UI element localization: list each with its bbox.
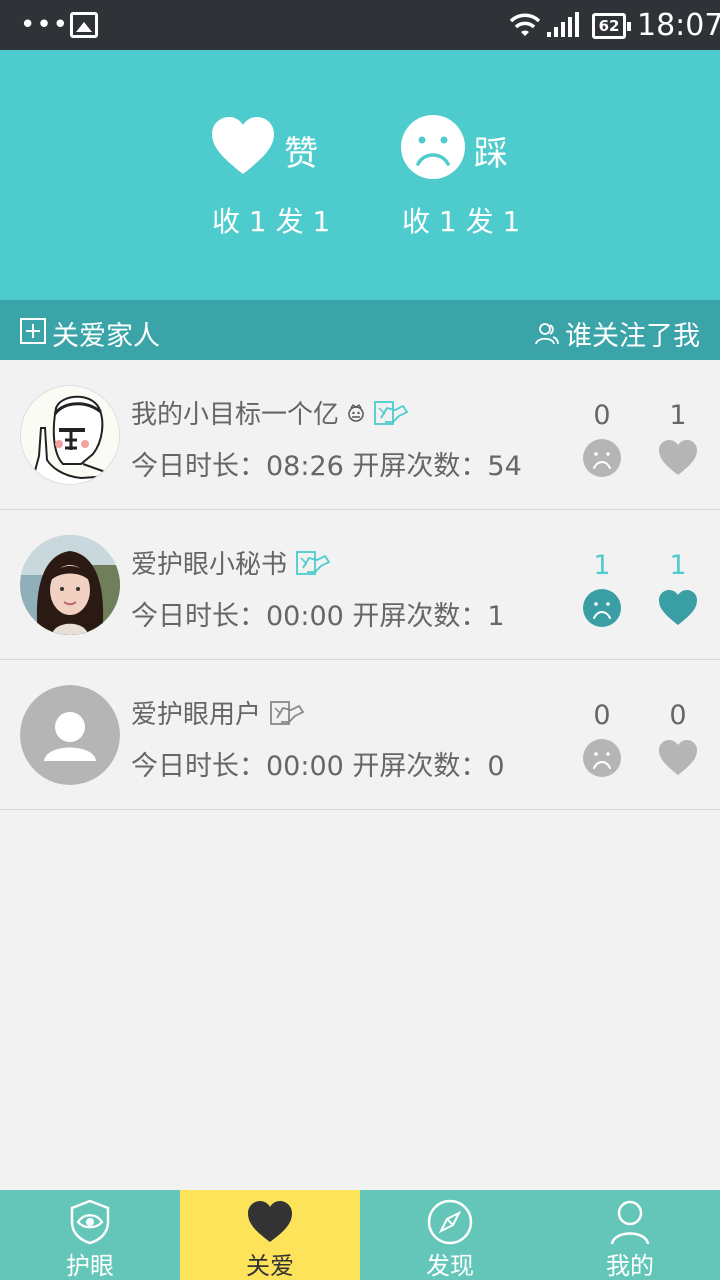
tab-label: 发现 [426,1252,474,1280]
dislike-count: 收 1 发 1 [402,205,521,238]
avatar [20,535,120,635]
avatar [20,685,120,785]
heart-icon[interactable] [658,738,698,778]
like-count: 1 [669,400,687,431]
dislike-count: 1 [593,550,611,581]
dislike-count: 0 [593,400,611,431]
like-label: 赞 [284,134,318,174]
status-bar: ••• 62 18:07 [0,0,720,50]
shield-eye-icon [70,1199,110,1245]
signal-icon [547,12,579,37]
dislike-label: 踩 [474,134,508,174]
image-notification-icon [70,12,98,38]
users-icon [535,322,559,344]
followers-label: 谁关注了我 [565,321,700,352]
bottom-nav: 护眼 关爱 发现 我的 [0,1190,720,1280]
heart-icon[interactable] [658,438,698,478]
tab-label: 我的 [606,1252,654,1280]
avatar [20,385,120,485]
user-name: 爱护眼小秘书 [131,544,331,581]
handshake-icon [374,400,409,425]
clock: 18:07 [637,8,720,43]
tab-discover[interactable]: 发现 [360,1190,540,1280]
list-item[interactable]: 爱护眼用户 今日时长：00:00 开屏次数：0 0 0 [0,660,720,810]
usage-stats: 今日时长：00:00 开屏次数：0 [131,751,505,782]
sad-face-icon[interactable] [582,438,622,478]
sad-face-icon [401,115,465,179]
usage-stats: 今日时长：08:26 开屏次数：54 [131,451,522,482]
heart-icon[interactable] [658,588,698,628]
like-count: 收 1 发 1 [212,205,331,238]
tab-eye-care[interactable]: 护眼 [0,1190,180,1280]
heart-icon [248,1201,292,1242]
care-family-button[interactable]: 关爱家人 [52,314,160,353]
user-name: 我的小目标一个亿 [131,394,409,431]
sad-face-icon[interactable] [582,588,622,628]
header-summary: 赞 收 1 发 1 踩 收 1 发 1 [0,50,720,300]
emoji-face-icon [348,403,364,422]
heart-icon [212,117,274,174]
user-name: 爱护眼用户 [131,694,305,731]
list-item[interactable]: 爱护眼小秘书 今日时长：00:00 开屏次数：1 1 1 [0,510,720,660]
tab-mine[interactable]: 我的 [540,1190,720,1280]
like-summary[interactable]: 赞 收 1 发 1 [210,112,350,242]
tab-label: 关爱 [246,1252,294,1280]
family-list: 我的小目标一个亿 今日时长：08:26 开屏次数：54 0 1 爱护眼小秘书 今… [0,360,720,810]
tab-care[interactable]: 关爱 [180,1190,360,1280]
list-item[interactable]: 我的小目标一个亿 今日时长：08:26 开屏次数：54 0 1 [0,360,720,510]
sad-face-icon[interactable] [582,738,622,778]
handshake-icon [270,700,305,725]
tab-label: 护眼 [66,1252,114,1280]
status-more-icon: ••• [20,10,70,40]
wifi-icon [509,13,541,36]
add-family-icon[interactable] [20,318,46,344]
followers-button[interactable]: 谁关注了我 [535,314,700,353]
dislike-summary[interactable]: 踩 收 1 发 1 [400,112,540,242]
like-count: 0 [669,700,687,731]
compass-icon [427,1199,473,1245]
like-count: 1 [669,550,687,581]
dislike-count: 0 [593,700,611,731]
person-icon [610,1200,650,1245]
usage-stats: 今日时长：00:00 开屏次数：1 [131,601,505,632]
handshake-icon [296,550,331,575]
battery-icon: 62 [592,13,631,39]
section-bar: 关爱家人 谁关注了我 [0,300,720,360]
